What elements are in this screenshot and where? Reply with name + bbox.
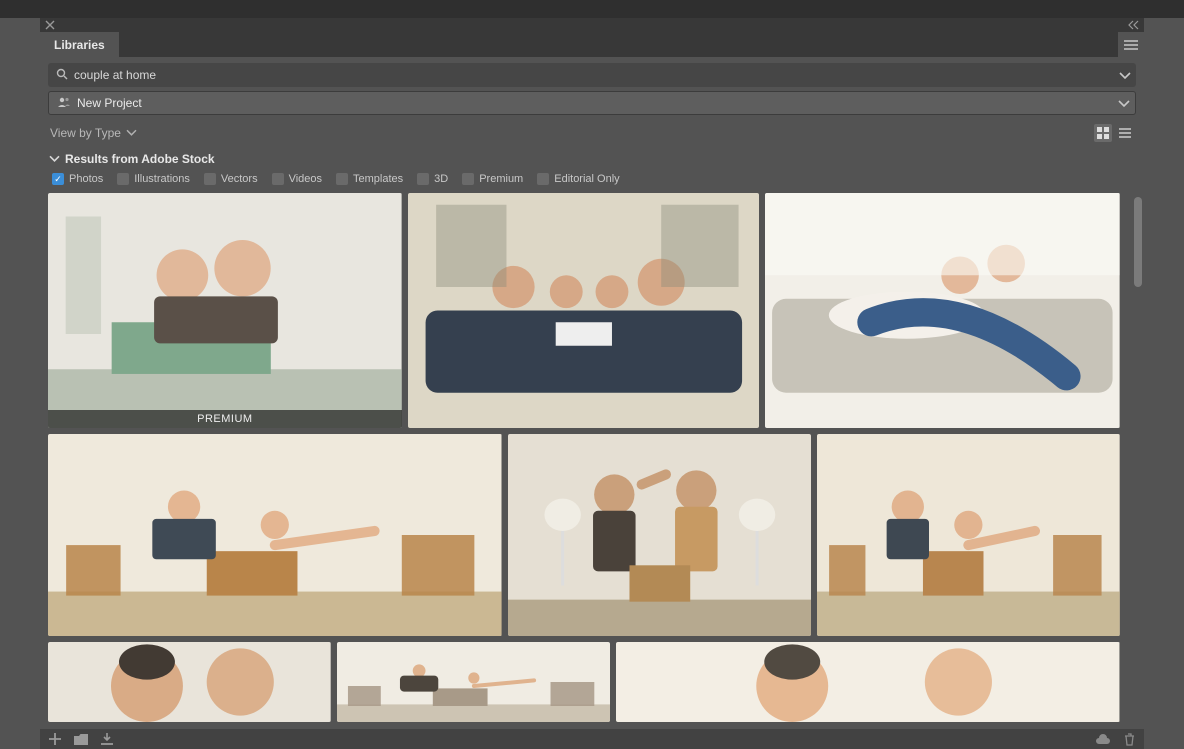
- stock-thumbnail[interactable]: [337, 642, 611, 722]
- filter-label: Illustrations: [134, 173, 190, 185]
- stock-thumbnail[interactable]: [48, 434, 502, 636]
- close-icon[interactable]: [44, 19, 56, 31]
- filter-vectors[interactable]: Vectors: [204, 173, 258, 185]
- view-by-type-button[interactable]: View by Type: [50, 126, 136, 140]
- panel-menu-button[interactable]: [1118, 32, 1144, 57]
- stock-thumbnail[interactable]: [765, 193, 1120, 428]
- search-icon: [56, 68, 68, 83]
- checkbox[interactable]: [272, 173, 284, 185]
- stock-thumbnail[interactable]: [508, 434, 812, 636]
- filter-photos[interactable]: Photos: [52, 173, 103, 185]
- filter-3d[interactable]: 3D: [417, 173, 448, 185]
- checkbox[interactable]: [336, 173, 348, 185]
- filter-row: Photos Illustrations Vectors Videos Template…: [40, 171, 1144, 193]
- filter-label: Vectors: [221, 173, 258, 185]
- checkbox[interactable]: [417, 173, 429, 185]
- bottom-toolbar: [40, 729, 1144, 749]
- filter-illustrations[interactable]: Illustrations: [117, 173, 190, 185]
- results-header[interactable]: Results from Adobe Stock: [40, 147, 1144, 171]
- stock-thumbnail[interactable]: PREMIUM: [48, 193, 402, 428]
- chevron-down-icon: [127, 130, 136, 136]
- panel-tabbar: Libraries: [40, 32, 1144, 57]
- filter-label: Photos: [69, 173, 103, 185]
- chevron-down-icon[interactable]: [1120, 68, 1130, 82]
- panel-titlebar: [40, 18, 1144, 32]
- library-selector[interactable]: New Project: [48, 91, 1136, 115]
- view-by-label: View by Type: [50, 126, 121, 140]
- filter-label: Templates: [353, 173, 403, 185]
- results-row: [48, 434, 1120, 636]
- folder-icon[interactable]: [74, 732, 88, 746]
- stock-thumbnail[interactable]: [408, 193, 760, 428]
- results-grid: PREMIUM: [48, 193, 1140, 722]
- add-icon[interactable]: [48, 732, 62, 746]
- trash-icon[interactable]: [1122, 732, 1136, 746]
- grid-view-button[interactable]: [1094, 124, 1112, 142]
- filter-templates[interactable]: Templates: [336, 173, 403, 185]
- checkbox[interactable]: [537, 173, 549, 185]
- search-field[interactable]: [48, 63, 1136, 87]
- cloud-icon[interactable]: [1096, 732, 1110, 746]
- filter-label: Editorial Only: [554, 173, 619, 185]
- chevron-down-icon[interactable]: [1119, 96, 1129, 110]
- checkbox[interactable]: [462, 173, 474, 185]
- download-icon[interactable]: [100, 732, 114, 746]
- stock-thumbnail[interactable]: [817, 434, 1120, 636]
- checkbox[interactable]: [117, 173, 129, 185]
- filter-label: 3D: [434, 173, 448, 185]
- results-row: PREMIUM: [48, 193, 1120, 428]
- chevron-down-icon: [50, 156, 59, 162]
- stock-thumbnail[interactable]: [48, 642, 331, 722]
- results-row: [48, 642, 1120, 722]
- view-options-row: View by Type: [40, 119, 1144, 147]
- libraries-panel: Libraries New Project View by Type: [40, 18, 1144, 749]
- results-header-label: Results from Adobe Stock: [65, 152, 215, 166]
- premium-badge: PREMIUM: [48, 410, 402, 428]
- checkbox[interactable]: [204, 173, 216, 185]
- filter-videos[interactable]: Videos: [272, 173, 322, 185]
- filter-label: Videos: [289, 173, 322, 185]
- tab-label: Libraries: [54, 38, 105, 52]
- filter-editorial[interactable]: Editorial Only: [537, 173, 619, 185]
- people-icon: [57, 96, 71, 111]
- stock-thumbnail[interactable]: [616, 642, 1120, 722]
- tab-libraries[interactable]: Libraries: [40, 32, 119, 57]
- filter-premium[interactable]: Premium: [462, 173, 523, 185]
- filter-label: Premium: [479, 173, 523, 185]
- search-input[interactable]: [74, 68, 1128, 82]
- scrollbar-thumb[interactable]: [1134, 197, 1142, 287]
- collapse-icon[interactable]: [1128, 19, 1140, 31]
- results-scroll-area: PREMIUM: [40, 193, 1144, 729]
- list-view-button[interactable]: [1116, 124, 1134, 142]
- checkbox[interactable]: [52, 173, 64, 185]
- library-name: New Project: [77, 96, 142, 110]
